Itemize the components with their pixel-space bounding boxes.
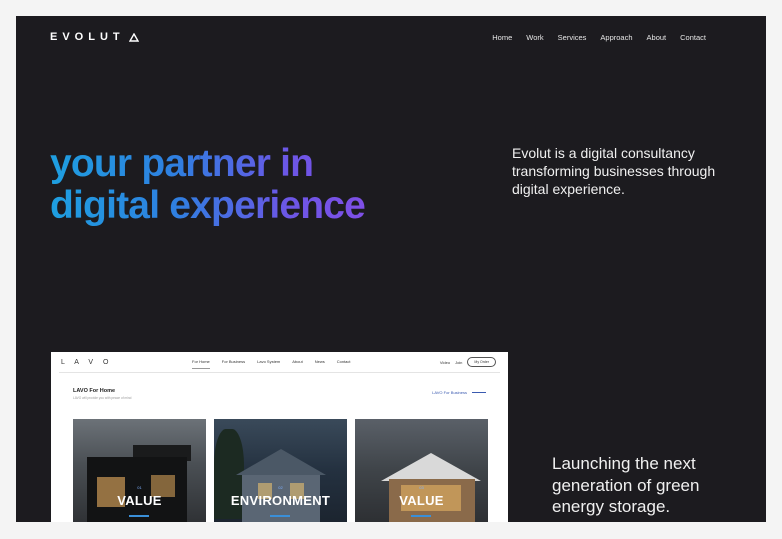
card-label: ENVIRONMENT — [230, 493, 331, 508]
preview-header: L A V O For Home For Business Lavo Syste… — [51, 352, 508, 372]
nav-services[interactable]: Services — [558, 33, 587, 42]
nav-work[interactable]: Work — [526, 33, 543, 42]
card-number: 01 — [137, 485, 142, 490]
intro-text: Evolut is a digital consultancy transfor… — [512, 145, 716, 197]
card-underline — [270, 515, 290, 517]
preview-cards: 01 VALUE 02 ENVIRONMENT 03 VALUE — [73, 419, 488, 522]
card-underline — [129, 515, 149, 517]
logo-text: EVOLUT — [50, 31, 125, 43]
page-frame: EVOLUT Home Work Services Approach About… — [16, 16, 766, 522]
nav-approach[interactable]: Approach — [600, 33, 632, 42]
evolut-logo[interactable]: EVOLUT — [50, 31, 139, 43]
preview-nav-for-business: For Business — [221, 359, 246, 364]
house-photo — [381, 453, 481, 481]
preview-join-link: Join — [455, 359, 463, 365]
nav-home[interactable]: Home — [492, 33, 512, 42]
card-underline — [411, 515, 431, 517]
house-photo — [236, 449, 326, 475]
preview-nav-contact: Contact — [336, 359, 351, 364]
triangle-logo-icon — [128, 32, 139, 42]
lavo-project-preview[interactable]: L A V O For Home For Business Lavo Syste… — [51, 352, 508, 522]
lavo-logo: L A V O — [61, 358, 113, 366]
preview-nav-for-home: For Home — [192, 359, 210, 369]
preview-card-environment: 02 ENVIRONMENT — [214, 419, 347, 522]
preview-business-link: LAVO For Business — [432, 390, 486, 395]
preview-nav-about: About — [292, 359, 303, 364]
preview-header-right: Video Join My Order — [440, 357, 496, 367]
preview-title: LAVO For Home — [73, 388, 116, 394]
main-nav: Home Work Services Approach About Contac… — [478, 33, 706, 42]
preview-business-link-label: LAVO For Business — [432, 390, 467, 395]
preview-card-value: 01 VALUE — [73, 419, 206, 522]
nav-about[interactable]: About — [647, 33, 667, 42]
card-label: VALUE — [399, 493, 444, 508]
preview-nav-news: News — [314, 359, 325, 364]
hero-heading: your partner in digital experience — [50, 143, 365, 227]
project-description: Launching the next generation of green e… — [552, 454, 700, 516]
preview-video-link: Video — [439, 359, 451, 365]
preview-subtitle: LAVO will provide you with peace of mind — [73, 396, 132, 400]
card-number: 02 — [278, 485, 283, 490]
preview-order-button: My Order — [467, 357, 496, 367]
hero-line-2: digital experience — [50, 184, 366, 227]
hero-line-1: your partner in — [50, 142, 314, 185]
card-label: VALUE — [117, 493, 162, 508]
preview-divider — [59, 372, 500, 373]
preview-nav-lavo-system: Lavo System — [257, 359, 281, 364]
preview-card-value-2: 03 VALUE — [355, 419, 488, 522]
nav-contact[interactable]: Contact — [680, 33, 706, 42]
preview-nav: For Home For Business Lavo System About … — [192, 359, 351, 369]
arrow-right-icon — [472, 392, 486, 393]
card-number: 03 — [419, 485, 424, 490]
